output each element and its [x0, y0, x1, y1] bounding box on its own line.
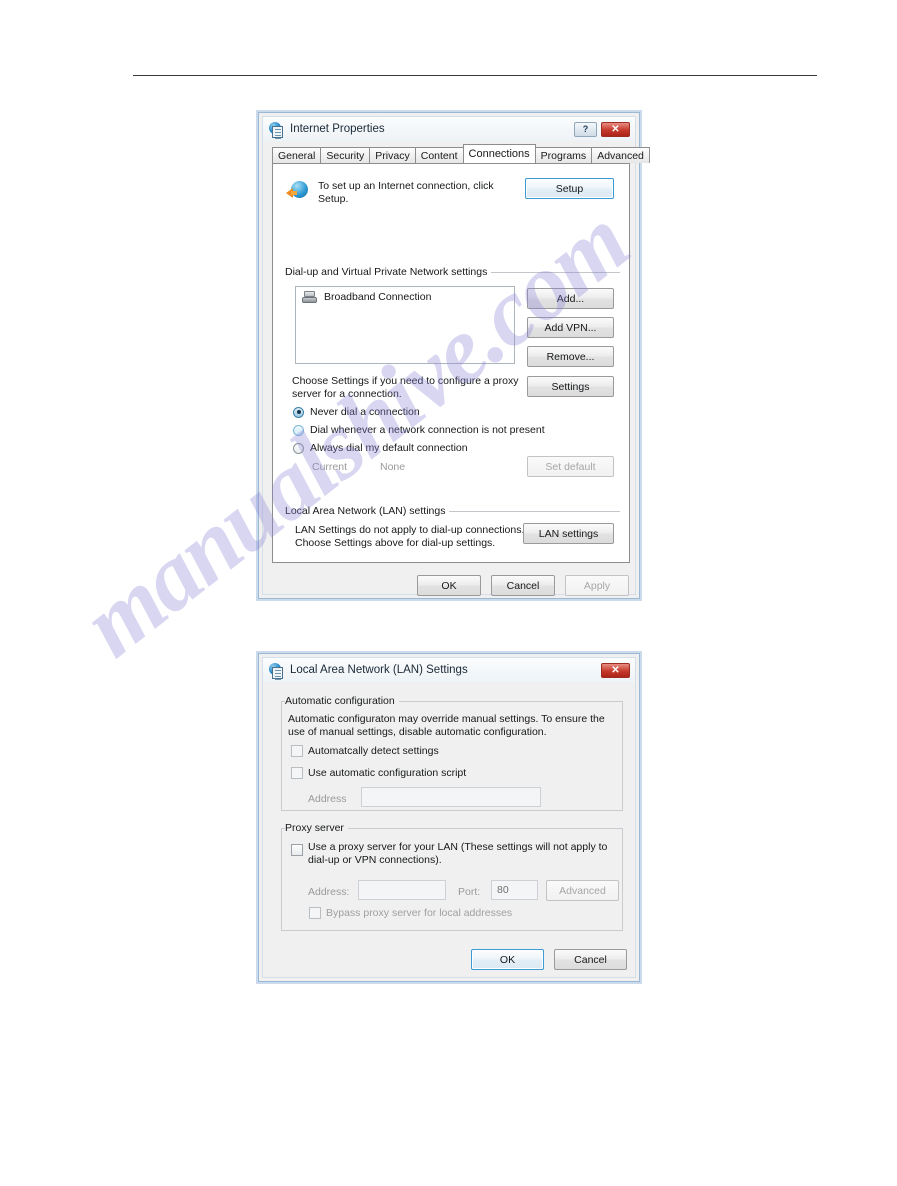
radio-indicator — [293, 424, 304, 436]
use-config-script-checkbox[interactable]: Use automatic configuration script — [291, 767, 466, 780]
internet-properties-frame: Internet Properties ? ✕ General Security… — [262, 116, 650, 596]
radio-label: Never dial a connection — [310, 406, 420, 418]
current-connection-label: Current — [312, 461, 348, 473]
checkbox-label: Use automatic configuration script — [308, 767, 467, 779]
setup-hint-line2: Setup. — [318, 193, 349, 205]
proxy-port-input[interactable]: 80 — [491, 880, 538, 900]
internet-properties-title: Internet Properties — [290, 123, 385, 135]
current-connection-value: None — [380, 461, 406, 473]
proxy-address-label: Address: — [308, 886, 350, 898]
add-button[interactable]: Add... — [527, 288, 614, 309]
lan-hint-line2: Choose Settings above for dial-up settin… — [295, 537, 496, 549]
internet-connection-globe-icon — [286, 180, 308, 202]
auto-config-line2: use of manual settings, disable automati… — [288, 726, 547, 738]
tab-connections[interactable]: Connections — [462, 144, 536, 163]
radio-dial-when-no-network[interactable]: Dial whenever a network connection is no… — [293, 424, 545, 436]
automatic-configuration-legend: Automatic configuration — [285, 695, 399, 707]
lan-settings-frame: Local Area Network (LAN) Settings ✕ Auto… — [262, 657, 636, 978]
auto-config-line1: Automatic configuraton may override manu… — [288, 713, 605, 725]
checkbox-indicator — [291, 767, 303, 779]
ok-button[interactable]: OK — [471, 949, 544, 970]
radio-indicator — [293, 406, 304, 418]
setup-button[interactable]: Setup — [525, 178, 614, 199]
page-header-rule — [133, 75, 817, 76]
use-proxy-server-checkbox[interactable]: Use a proxy server for your LAN (These s… — [291, 841, 609, 867]
internet-explorer-icon — [269, 662, 284, 680]
proxy-port-label: Port: — [458, 886, 481, 898]
cancel-button[interactable]: Cancel — [554, 949, 627, 970]
lan-settings-dialog: Local Area Network (LAN) Settings ✕ Auto… — [258, 653, 640, 982]
script-address-label: Address — [308, 793, 347, 805]
lan-settings-titlebar[interactable]: Local Area Network (LAN) Settings ✕ — [263, 658, 635, 682]
tab-content[interactable]: Content — [414, 147, 464, 163]
proxy-server-legend: Proxy server — [285, 822, 348, 834]
bypass-proxy-checkbox[interactable]: Bypass proxy server for local addresses — [309, 907, 512, 920]
connections-tab-page: To set up an Internet connection, click … — [272, 163, 630, 563]
checkbox-indicator — [291, 844, 303, 856]
modem-icon — [302, 291, 317, 303]
dialup-connections-list[interactable]: Broadband Connection — [295, 286, 515, 364]
tab-privacy[interactable]: Privacy — [369, 147, 416, 163]
tab-general[interactable]: General — [272, 147, 322, 163]
proxy-hint-line2: server for a connection. — [292, 388, 402, 400]
help-button[interactable]: ? — [574, 121, 597, 137]
internet-explorer-icon — [269, 121, 284, 139]
checkbox-indicator — [291, 745, 303, 757]
close-icon[interactable]: ✕ — [601, 662, 630, 678]
auto-detect-settings-checkbox[interactable]: Automatcally detect settings — [291, 745, 439, 758]
apply-button[interactable]: Apply — [565, 575, 629, 596]
proxy-address-input[interactable] — [358, 880, 446, 900]
list-item-label: Broadband Connection — [324, 291, 432, 303]
tab-security[interactable]: Security — [320, 147, 371, 163]
use-proxy-line1: Use a proxy server for your LAN (These s… — [308, 841, 608, 853]
checkbox-indicator — [309, 907, 321, 919]
lan-settings-window-buttons: ✕ — [601, 662, 635, 678]
cancel-button[interactable]: Cancel — [491, 575, 555, 596]
radio-label: Always dial my default connection — [310, 442, 468, 454]
advanced-button[interactable]: Advanced — [546, 880, 619, 901]
lan-group-legend: Local Area Network (LAN) settings — [285, 505, 450, 517]
use-proxy-line2: dial-up or VPN connections). — [308, 854, 442, 866]
lan-settings-button[interactable]: LAN settings — [523, 523, 614, 544]
proxy-hint-line1: Choose Settings if you need to configure… — [292, 375, 519, 387]
checkbox-label: Bypass proxy server for local addresses — [326, 907, 513, 919]
internet-properties-dialog: Internet Properties ? ✕ General Security… — [258, 112, 650, 599]
dialup-group-legend: Dial-up and Virtual Private Network sett… — [285, 266, 492, 278]
radio-label: Dial whenever a network connection is no… — [310, 424, 545, 436]
tab-advanced[interactable]: Advanced — [591, 147, 650, 163]
remove-button[interactable]: Remove... — [527, 346, 614, 367]
tab-programs[interactable]: Programs — [534, 147, 593, 163]
checkbox-label: Automatcally detect settings — [308, 745, 439, 757]
lan-settings-title: Local Area Network (LAN) Settings — [290, 664, 468, 676]
settings-button[interactable]: Settings — [527, 376, 614, 397]
internet-properties-window-buttons: ? ✕ — [574, 121, 635, 137]
radio-always-dial-default[interactable]: Always dial my default connection — [293, 442, 468, 454]
close-icon[interactable]: ✕ — [601, 121, 630, 137]
checkbox-label: Use a proxy server for your LAN (These s… — [308, 841, 607, 867]
add-vpn-button[interactable]: Add VPN... — [527, 317, 614, 338]
lan-hint-line1: LAN Settings do not apply to dial-up con… — [295, 524, 525, 536]
script-address-input[interactable] — [361, 787, 541, 807]
setup-hint-line1: To set up an Internet connection, click — [318, 180, 494, 192]
radio-indicator — [293, 442, 304, 454]
internet-properties-titlebar[interactable]: Internet Properties ? ✕ — [263, 117, 635, 141]
set-default-button[interactable]: Set default — [527, 456, 614, 477]
radio-never-dial[interactable]: Never dial a connection — [293, 406, 420, 418]
internet-properties-tabs: General Security Privacy Content Connect… — [272, 144, 650, 163]
ok-button[interactable]: OK — [417, 575, 481, 596]
list-item[interactable]: Broadband Connection — [296, 287, 514, 307]
